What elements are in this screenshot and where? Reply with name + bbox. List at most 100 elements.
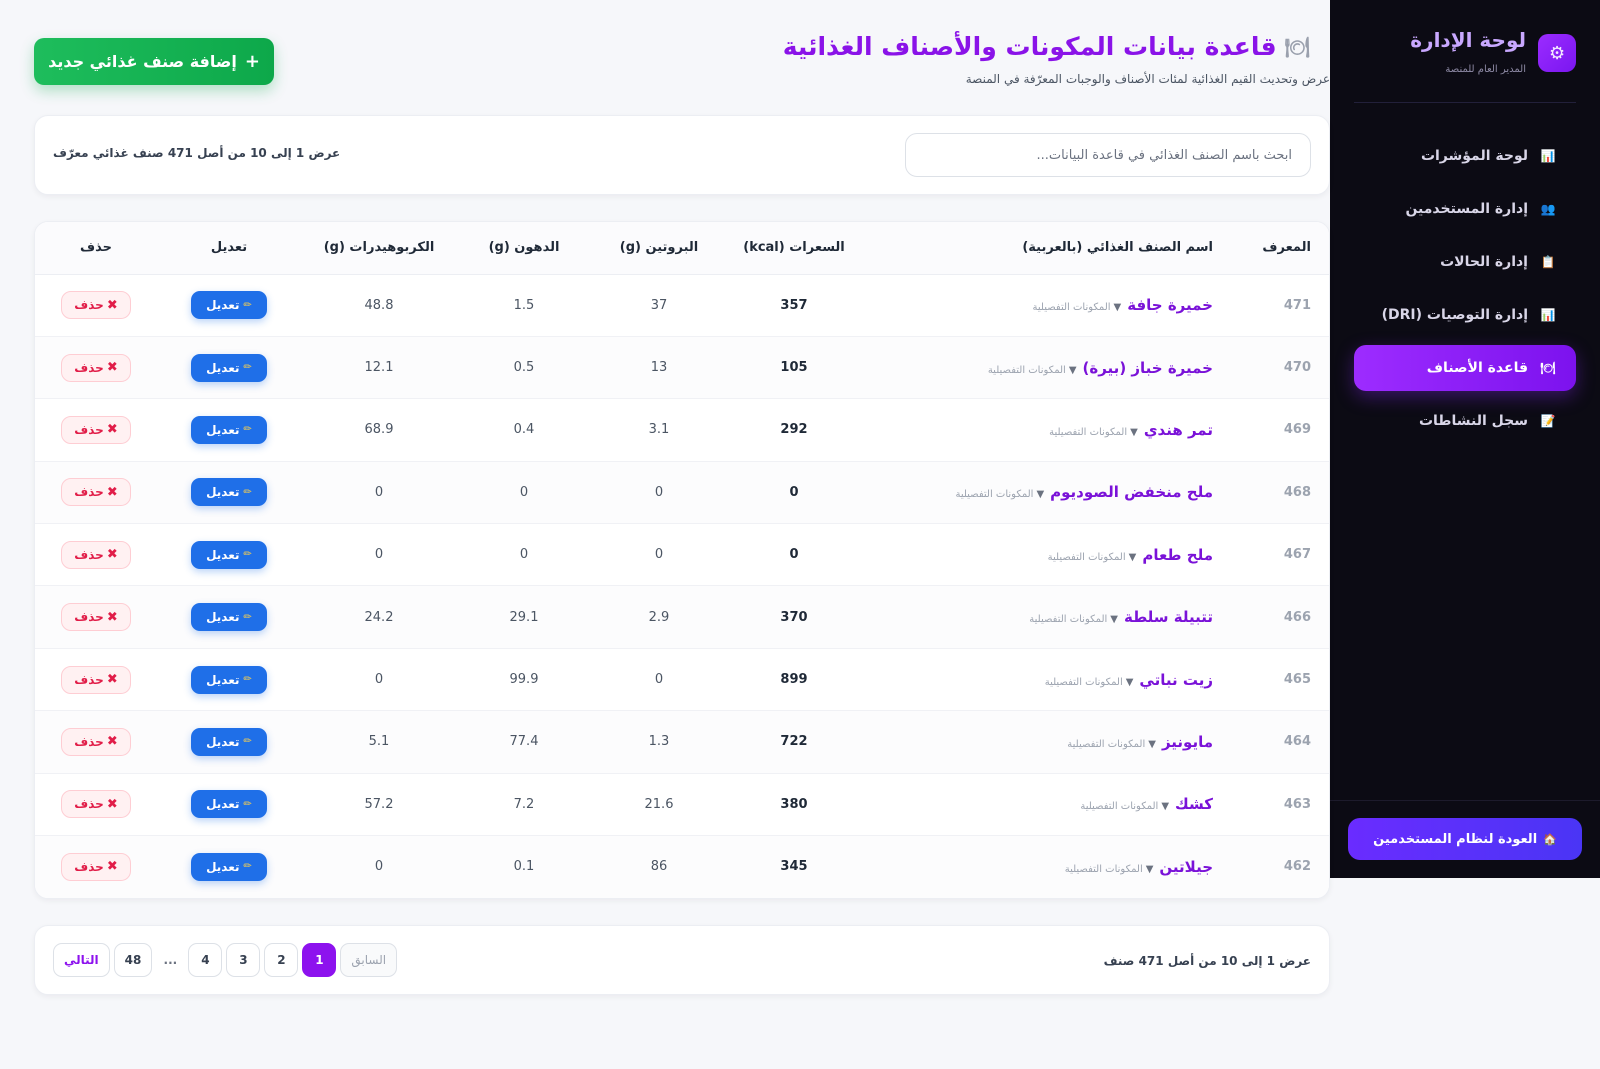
caret-down-icon: ▼: [1125, 676, 1134, 688]
column-header-calories: السعرات (kcal): [729, 222, 859, 275]
edit-button-label: تعديل: [206, 672, 240, 687]
cell-name: جيلاتين ▼المكونات التفصيلية: [859, 835, 1229, 898]
sidebar-item-cases[interactable]: 📋 إدارة الحالات: [1354, 239, 1576, 285]
cell-protein: 2.9: [589, 585, 729, 649]
search-input[interactable]: [905, 133, 1311, 177]
edit-button-label: تعديل: [206, 797, 240, 812]
bar-chart-icon: 📊: [1540, 149, 1556, 163]
x-mark-icon: ✖: [106, 859, 118, 875]
cell-calories: 105: [729, 336, 859, 400]
edit-button[interactable]: ✏ تعديل: [191, 478, 267, 507]
food-name-link[interactable]: كشك: [1175, 795, 1213, 813]
details-toggle[interactable]: ▼المكونات التفصيلية: [1033, 302, 1122, 313]
food-name-link[interactable]: ملح طعام: [1142, 546, 1213, 564]
details-toggle[interactable]: ▼المكونات التفصيلية: [1029, 614, 1118, 625]
edit-button-label: تعديل: [206, 485, 240, 500]
edit-button[interactable]: ✏ تعديل: [191, 540, 267, 569]
food-name-link[interactable]: جيلاتين: [1159, 858, 1213, 876]
details-toggle[interactable]: ▼المكونات التفصيلية: [1048, 552, 1137, 563]
delete-button[interactable]: ✖ حذف: [61, 478, 131, 507]
users-icon: 👥: [1540, 202, 1556, 216]
page-subtitle: عرض وتحديث القيم الغذائية لمئات الأصناف …: [965, 72, 1330, 86]
cell-delete: ✖ حذف: [35, 648, 159, 712]
sidebar-item-activity-log[interactable]: 📝 سجل النشاطات: [1354, 398, 1576, 444]
details-toggle[interactable]: ▼المكونات التفصيلية: [988, 365, 1077, 376]
edit-button[interactable]: ✏ تعديل: [191, 353, 267, 382]
sidebar-nav: 📊 لوحة المؤشرات 👥 إدارة المستخدمين 📋 إدا…: [1354, 133, 1576, 451]
details-toggle[interactable]: ▼المكونات التفصيلية: [1049, 427, 1138, 438]
cell-id: 463: [1229, 773, 1329, 837]
cell-calories: 899: [729, 648, 859, 712]
cell-edit: ✏ تعديل: [159, 523, 299, 587]
cell-edit: ✏ تعديل: [159, 585, 299, 649]
cell-edit: ✏ تعديل: [159, 835, 299, 898]
page-button-2[interactable]: 2: [264, 943, 299, 977]
table-row: 462 جيلاتين ▼المكونات التفصيلية 345 86 0.1 0 ✏ ت…: [35, 835, 1329, 898]
details-toggle[interactable]: ▼المكونات التفصيلية: [955, 489, 1044, 500]
delete-button-label: حذف: [74, 298, 104, 313]
delete-button[interactable]: ✖ حذف: [61, 665, 131, 694]
delete-button[interactable]: ✖ حذف: [61, 852, 131, 881]
delete-button[interactable]: ✖ حذف: [61, 353, 131, 382]
delete-button[interactable]: ✖ حذف: [61, 790, 131, 819]
food-name-link[interactable]: مايونيز: [1162, 733, 1213, 751]
details-toggle[interactable]: ▼المكونات التفصيلية: [1065, 864, 1154, 875]
food-name-link[interactable]: زيت نباتي: [1139, 671, 1213, 689]
sidebar-item-dri[interactable]: 📊 إدارة التوصيات (DRI): [1354, 292, 1576, 338]
delete-button[interactable]: ✖ حذف: [61, 291, 131, 320]
page-button-last[interactable]: 48: [113, 943, 153, 977]
back-to-user-system-button[interactable]: 🏠 العودة لنظام المستخدمين: [1348, 818, 1582, 860]
page-button-1[interactable]: 1: [302, 943, 337, 977]
column-header-fat: الدهون (g): [459, 222, 589, 275]
plus-icon: +: [244, 51, 260, 72]
sidebar-item-dashboard[interactable]: 📊 لوحة المؤشرات: [1354, 133, 1576, 179]
delete-button[interactable]: ✖ حذف: [61, 415, 131, 444]
cell-delete: ✖ حذف: [35, 336, 159, 400]
delete-button[interactable]: ✖ حذف: [61, 540, 131, 569]
clipboard-icon: 📋: [1540, 255, 1556, 269]
cell-fat: 7.2: [459, 773, 589, 837]
edit-button[interactable]: ✏ تعديل: [191, 790, 267, 819]
delete-button[interactable]: ✖ حذف: [61, 603, 131, 632]
sidebar-item-label: قاعدة الأصناف: [1426, 360, 1528, 376]
next-page-button[interactable]: التالي: [53, 943, 110, 977]
cell-delete: ✖ حذف: [35, 710, 159, 774]
food-name-link[interactable]: خميرة جافة: [1127, 296, 1213, 314]
x-mark-icon: ✖: [106, 609, 118, 625]
page-button-3[interactable]: 3: [226, 943, 261, 977]
prev-page-button[interactable]: السابق: [340, 943, 398, 977]
food-name-link[interactable]: ملح منخفض الصوديوم: [1050, 483, 1213, 501]
edit-button[interactable]: ✏ تعديل: [191, 291, 267, 320]
pencil-icon: ✏: [243, 861, 252, 873]
sidebar-brand: ⚙ لوحة الإدارة المدير العام للمنصة: [1354, 24, 1576, 84]
cell-protein: 21.6: [589, 773, 729, 837]
column-header-id: المعرف: [1229, 222, 1329, 275]
edit-button[interactable]: ✏ تعديل: [191, 665, 267, 694]
details-toggle[interactable]: ▼المكونات التفصيلية: [1045, 677, 1134, 688]
details-label: المكونات التفصيلية: [1049, 426, 1128, 438]
sidebar-item-users[interactable]: 👥 إدارة المستخدمين: [1354, 186, 1576, 232]
cell-protein: 0: [589, 648, 729, 712]
food-name-link[interactable]: تمر هندي: [1144, 421, 1213, 439]
sidebar: ⚙ لوحة الإدارة المدير العام للمنصة 📊 لوح…: [1330, 0, 1600, 878]
details-toggle[interactable]: ▼المكونات التفصيلية: [1067, 739, 1156, 750]
x-mark-icon: ✖: [106, 484, 118, 500]
table-body: 471 خميرة جافة▼المكونات التفصيلية 357 37 1.5…: [35, 274, 1329, 898]
add-food-item-button[interactable]: + إضافة صنف غذائي جديد: [34, 38, 274, 85]
food-name-link[interactable]: تتبيلة سلطة: [1124, 608, 1213, 626]
food-name-link[interactable]: خميرة خباز (بيرة): [1083, 359, 1213, 377]
caret-down-icon: ▼: [1148, 738, 1156, 750]
details-label: المكونات التفصيلية: [1067, 738, 1146, 750]
sidebar-item-food-db[interactable]: 🍽 قاعدة الأصناف: [1354, 345, 1576, 391]
edit-button[interactable]: ✏ تعديل: [191, 603, 267, 632]
table-row: 469 تمر هندي ▼المكونات التفصيلية 292 3.1 0.4 6…: [35, 398, 1329, 462]
edit-button[interactable]: ✏ تعديل: [191, 727, 267, 756]
cell-calories: 292: [729, 398, 859, 462]
edit-button[interactable]: ✏ تعديل: [191, 852, 267, 881]
delete-button[interactable]: ✖ حذف: [61, 727, 131, 756]
cell-protein: 13: [589, 336, 729, 400]
details-toggle[interactable]: ▼المكونات التفصيلية: [1080, 801, 1169, 812]
edit-button[interactable]: ✏ تعديل: [191, 415, 267, 444]
cell-carbs: 5.1: [299, 710, 459, 774]
page-button-4[interactable]: 4: [188, 943, 223, 977]
